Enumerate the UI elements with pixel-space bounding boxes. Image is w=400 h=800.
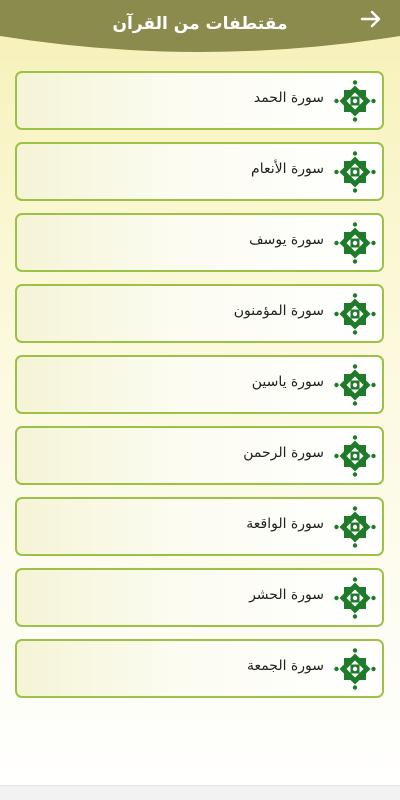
surah-label: سورة الجمعة	[246, 658, 324, 674]
islamic-star-icon	[334, 648, 376, 690]
list-item[interactable]: سورة الحشر	[15, 568, 384, 627]
surah-label: سورة المؤمنون	[233, 303, 324, 319]
app-header: مقتطفات من القرآن	[0, 0, 400, 56]
page-title: مقتطفات من القرآن	[112, 14, 288, 34]
surah-label: سورة الواقعة	[246, 516, 324, 532]
islamic-star-icon	[334, 364, 376, 406]
arrow-right-icon	[360, 10, 381, 28]
bottom-bar	[0, 785, 400, 800]
islamic-star-icon	[334, 151, 376, 193]
islamic-star-icon	[334, 435, 376, 477]
list-item[interactable]: سورة يوسف	[15, 213, 384, 272]
list-item[interactable]: سورة ياسين	[15, 355, 384, 414]
back-button[interactable]	[358, 6, 384, 32]
surah-label: سورة الحمد	[253, 90, 324, 106]
list-item[interactable]: سورة الواقعة	[15, 497, 384, 556]
surah-label: سورة الرحمن	[243, 445, 324, 461]
list-item[interactable]: سورة الأنعام	[15, 142, 384, 201]
islamic-star-icon	[334, 80, 376, 122]
surah-list: سورة الحمد سورة الأنعام سورة يوسف سورة ا…	[15, 71, 384, 710]
list-item[interactable]: سورة الحمد	[15, 71, 384, 130]
list-item[interactable]: سورة الجمعة	[15, 639, 384, 698]
surah-label: سورة يوسف	[249, 232, 324, 248]
islamic-star-icon	[334, 577, 376, 619]
list-item[interactable]: سورة المؤمنون	[15, 284, 384, 343]
islamic-star-icon	[334, 222, 376, 264]
islamic-star-icon	[334, 506, 376, 548]
surah-label: سورة ياسين	[251, 374, 324, 390]
surah-label: سورة الأنعام	[251, 161, 324, 177]
list-item[interactable]: سورة الرحمن	[15, 426, 384, 485]
surah-label: سورة الحشر	[249, 587, 324, 603]
islamic-star-icon	[334, 293, 376, 335]
